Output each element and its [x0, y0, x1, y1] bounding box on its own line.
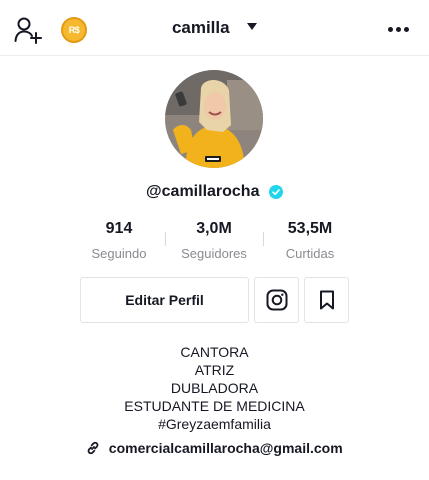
stat-label: Seguidores [181, 246, 247, 261]
bio-line: DUBLADORA [170, 380, 259, 396]
edit-profile-button[interactable]: Editar Perfil [80, 277, 249, 323]
profile-handle: @camillarocha [146, 183, 260, 200]
stat-followers[interactable]: 3,0M Seguidores [159, 220, 269, 261]
stat-value: 53,5M [287, 220, 333, 237]
stat-label: Seguindo [91, 246, 147, 261]
stat-value: 3,0M [196, 220, 232, 237]
bio-link-text: comercialcamillarocha@gmail.com [108, 439, 343, 456]
stat-following[interactable]: 914 Seguindo [64, 220, 174, 261]
instagram-button[interactable] [254, 277, 299, 323]
chevron-down-icon [247, 23, 258, 30]
more-options-icon[interactable] [388, 27, 410, 33]
avatar[interactable] [165, 70, 263, 168]
top-bar: R$ camilla [0, 0, 429, 56]
link-icon [88, 441, 99, 454]
instagram-icon [266, 289, 287, 311]
bio: CANTORA ATRIZ DUBLADORA ESTUDANTE DE MED… [0, 343, 429, 433]
bio-hashtag[interactable]: #Greyzaemfamilia [0, 415, 429, 433]
stat-likes[interactable]: 53,5M Curtidas [255, 220, 365, 261]
bio-line: CANTORA [180, 344, 249, 360]
bio-line: ATRIZ [194, 362, 235, 378]
stat-label: Curtidas [285, 246, 335, 261]
bio-line: ESTUDANTE DE MEDICINA [124, 398, 305, 414]
bookmark-button[interactable] [304, 277, 349, 323]
account-switcher[interactable]: camilla [0, 18, 429, 38]
bio-link[interactable]: comercialcamillarocha@gmail.com [0, 439, 429, 457]
profile-handle-row: @camillarocha [0, 183, 429, 201]
verified-badge-icon [268, 185, 283, 199]
header-username: camilla [171, 18, 230, 37]
stat-value: 914 [105, 220, 133, 237]
bookmark-icon [319, 290, 334, 310]
